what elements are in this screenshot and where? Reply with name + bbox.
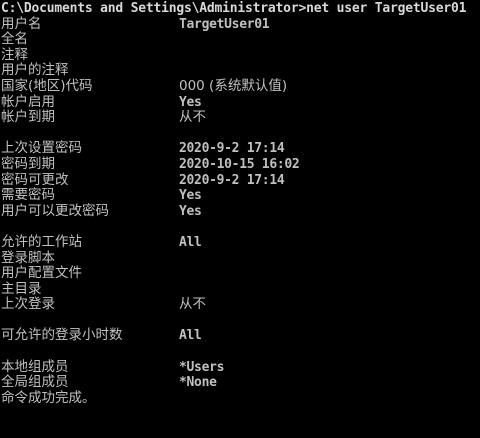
- field-value: 2020-9-2 17:14: [179, 172, 285, 188]
- field-value: 2020-9-2 17:14: [179, 141, 285, 157]
- field-label: 用户名: [1, 15, 42, 32]
- field-label: 可允许的登录小时数: [1, 327, 123, 344]
- completion-message: 命令成功完成。: [1, 389, 96, 406]
- field-label: 上次登录: [1, 296, 55, 313]
- field-logon-script: 登录脚本: [0, 249, 480, 267]
- field-home-directory: 主目录: [0, 280, 480, 298]
- field-user-comment: 用户的注释: [0, 63, 480, 79]
- field-last-logon: 上次登录 从不: [0, 297, 480, 313]
- field-label: 允许的工作站: [1, 233, 82, 250]
- field-value: *Users: [179, 359, 225, 375]
- field-label: 用户可以更改密码: [1, 202, 109, 219]
- field-label: 本地组成员: [1, 358, 69, 375]
- field-value: *None: [179, 375, 217, 391]
- field-value: Yes: [179, 94, 202, 110]
- field-logon-hours-allowed: 可允许的登录小时数 All: [0, 328, 480, 344]
- field-value: 从不: [179, 296, 206, 313]
- field-label: 帐户到期: [1, 109, 55, 126]
- field-label: 需要密码: [1, 187, 55, 204]
- field-label: 上次设置密码: [1, 140, 82, 157]
- field-value: 000 (系统默认值): [179, 77, 288, 94]
- field-value: Yes: [179, 188, 202, 204]
- field-label: 主目录: [1, 280, 42, 297]
- field-password-last-set: 上次设置密码 2020-9-2 17:14: [0, 141, 480, 157]
- field-comment: 注释: [0, 47, 480, 64]
- field-value: Yes: [179, 203, 202, 219]
- field-value: All: [179, 234, 202, 250]
- field-label: 用户配置文件: [1, 265, 82, 282]
- field-country-code: 国家(地区)代码 000 (系统默认值): [0, 77, 480, 95]
- field-value: 从不: [179, 109, 206, 126]
- field-label: 密码可更改: [1, 171, 69, 188]
- field-account-expires: 帐户到期 从不: [0, 110, 480, 126]
- field-user-may-change-password: 用户可以更改密码 Yes: [0, 202, 480, 220]
- field-value: TargetUser01: [179, 16, 270, 32]
- command-line: C:\Documents and Settings\Administrator>…: [1, 1, 467, 16]
- field-label: 用户的注释: [1, 62, 69, 79]
- field-account-active: 帐户启用 Yes: [0, 93, 480, 111]
- field-full-name: 全名: [0, 32, 480, 48]
- field-label: 全名: [1, 31, 28, 48]
- field-password-required: 需要密码 Yes: [0, 188, 480, 204]
- console-window[interactable]: C:\Documents and Settings\Administrator>…: [0, 0, 480, 410]
- field-label: 帐户启用: [1, 93, 55, 110]
- field-password-expires: 密码到期 2020-10-15 16:02: [0, 155, 480, 173]
- field-global-group-memberships: 全局组成员 *None: [0, 375, 480, 391]
- field-password-changeable: 密码可更改 2020-9-2 17:14: [0, 171, 480, 189]
- field-user-profile: 用户配置文件: [0, 265, 480, 282]
- field-label: 国家(地区)代码: [1, 77, 93, 94]
- field-username: 用户名 TargetUser01: [0, 15, 480, 33]
- field-local-group-memberships: 本地组成员 *Users: [0, 358, 480, 376]
- field-value: All: [179, 328, 202, 344]
- field-workstations-allowed: 允许的工作站 All: [0, 233, 480, 251]
- field-label: 全局组成员: [1, 374, 69, 391]
- field-label: 登录脚本: [1, 249, 55, 266]
- field-label: 密码到期: [1, 155, 55, 172]
- field-value: 2020-10-15 16:02: [179, 156, 300, 172]
